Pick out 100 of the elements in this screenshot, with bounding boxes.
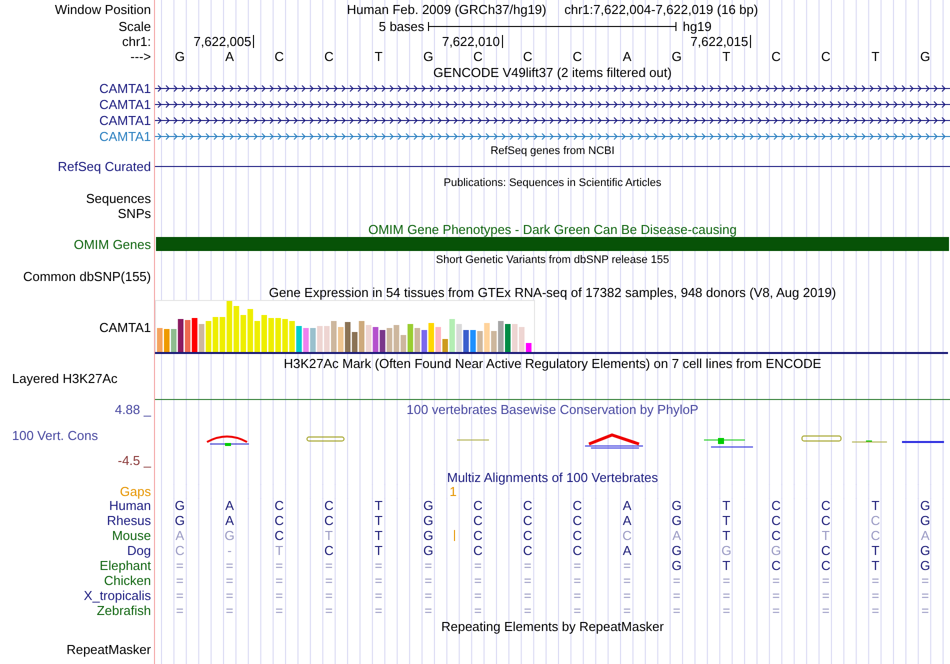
- base-letter: =: [524, 588, 532, 603]
- species-label[interactable]: Zebrafish: [96, 603, 151, 618]
- track-label[interactable]: RepeatMasker: [66, 642, 151, 656]
- base-letter: C: [622, 528, 632, 543]
- base-letter: =: [872, 588, 880, 603]
- base-letter: =: [176, 588, 184, 603]
- base-letter: G: [672, 498, 682, 513]
- coordinate-tick: 7,622,010: [442, 35, 503, 48]
- base-letter: C: [821, 513, 830, 528]
- base-letter: =: [524, 573, 532, 588]
- track-title: GENCODE V49lift37 (2 items filtered out): [433, 64, 672, 80]
- assembly-db: hg19: [682, 19, 713, 34]
- base-letter: G: [920, 48, 930, 64]
- base-letter: G: [672, 48, 682, 64]
- track-label[interactable]: RefSeq Curated: [58, 158, 151, 174]
- track-title: Publications: Sequences in Scientific Articles: [444, 176, 662, 188]
- base-letter: =: [474, 558, 482, 573]
- base-letter: C: [274, 528, 284, 543]
- base-letter: =: [574, 588, 582, 603]
- base-letter: T: [722, 498, 730, 513]
- species-label[interactable]: Rhesus: [106, 513, 151, 528]
- base-letter: =: [772, 603, 780, 618]
- base-letter: =: [672, 603, 681, 618]
- base-letter: =: [921, 603, 929, 618]
- base-letter: =: [374, 588, 382, 603]
- base-letter: A: [176, 528, 184, 543]
- base-letter: C: [771, 48, 781, 64]
- base-letter: C: [324, 498, 334, 513]
- base-letter: =: [872, 573, 880, 588]
- base-letter: =: [424, 603, 432, 618]
- base-letter: T: [871, 498, 880, 513]
- base-letter: G: [174, 513, 185, 528]
- base-letter: =: [325, 603, 333, 618]
- track-label[interactable]: CAMTA1: [99, 112, 151, 128]
- base-letter: =: [424, 588, 432, 603]
- base-letter: =: [424, 573, 432, 588]
- base-letter: T: [722, 558, 730, 573]
- base-letter: =: [226, 573, 234, 588]
- base-letter: T: [871, 543, 880, 558]
- base-letter: C: [771, 498, 781, 513]
- base-letter: C: [473, 498, 483, 513]
- base-letter: G: [423, 48, 434, 64]
- track-label[interactable]: CAMTA1: [99, 96, 151, 112]
- base-letter: T: [822, 528, 830, 543]
- base-letter: A: [920, 528, 930, 543]
- species-label[interactable]: Elephant: [100, 558, 151, 573]
- base-letter: T: [324, 528, 333, 543]
- base-letter: C: [324, 513, 334, 528]
- track-title: OMIM Gene Phenotypes - Dark Green Can Be Disease-causing: [368, 222, 737, 236]
- track-label[interactable]: CAMTA1: [99, 80, 151, 96]
- track-label[interactable]: CAMTA1: [99, 320, 151, 334]
- base-letter: A: [622, 498, 632, 513]
- base-letter: A: [672, 528, 682, 543]
- base-letter: =: [474, 588, 482, 603]
- track-label[interactable]: Common dbSNP(155): [23, 268, 151, 284]
- species-label[interactable]: Human: [109, 498, 151, 513]
- coordinate-tick: 7,622,015: [690, 35, 752, 48]
- scale-text: 5 bases: [378, 19, 426, 34]
- base-letter: C: [572, 543, 582, 558]
- coordinate-tick: 7,622,005: [194, 35, 254, 48]
- base-letter: C: [522, 513, 532, 528]
- track-label[interactable]: SNPs: [118, 206, 151, 221]
- base-letter: G: [423, 498, 434, 513]
- base-letter: C: [324, 48, 334, 64]
- track-title: Gene Expression in 54 tissues from GTEx RNA-seq of 17382 samples, 948 donors (V8, Aug 2019): [268, 284, 836, 300]
- base-letter: =: [176, 603, 184, 618]
- base-letter: C: [771, 513, 781, 528]
- track-label[interactable]: Sequences: [86, 191, 151, 206]
- base-letter: C: [274, 498, 284, 513]
- base-letter: =: [176, 573, 184, 588]
- species-label[interactable]: Mouse: [112, 528, 151, 543]
- base-letter: =: [374, 558, 382, 573]
- base-letter: G: [672, 543, 682, 558]
- species-label[interactable]: X_tropicalis: [84, 588, 151, 603]
- species-label[interactable]: Chicken: [104, 573, 151, 588]
- base-letter: T: [374, 528, 383, 543]
- track-label[interactable]: 100 Vert. Cons: [0, 428, 151, 442]
- track-label[interactable]: Layered H3K27Ac: [12, 372, 118, 385]
- base-letter: A: [622, 513, 632, 528]
- track-label[interactable]: OMIM Genes: [74, 237, 151, 252]
- base-letter: C: [473, 528, 483, 543]
- base-letter: C: [473, 543, 483, 558]
- base-letter: T: [722, 528, 730, 543]
- base-letter: =: [275, 573, 284, 588]
- base-letter: G: [920, 498, 930, 513]
- base-letter: G: [423, 528, 434, 543]
- strand-label: --->: [130, 48, 151, 64]
- base-letter: T: [871, 558, 880, 573]
- track-label[interactable]: CAMTA1: [99, 128, 151, 144]
- track-title: RefSeq genes from NCBI: [490, 145, 615, 157]
- base-letter: C: [870, 513, 880, 528]
- base-letter: -: [227, 543, 232, 558]
- species-label[interactable]: Dog: [127, 543, 151, 558]
- base-letter: G: [423, 513, 434, 528]
- base-letter: =: [275, 603, 284, 618]
- base-letter: =: [921, 573, 929, 588]
- base-letter: =: [275, 558, 284, 573]
- base-letter: =: [822, 588, 830, 603]
- track-title: Short Genetic Variants from dbSNP release 155: [436, 254, 670, 266]
- base-letter: =: [275, 588, 284, 603]
